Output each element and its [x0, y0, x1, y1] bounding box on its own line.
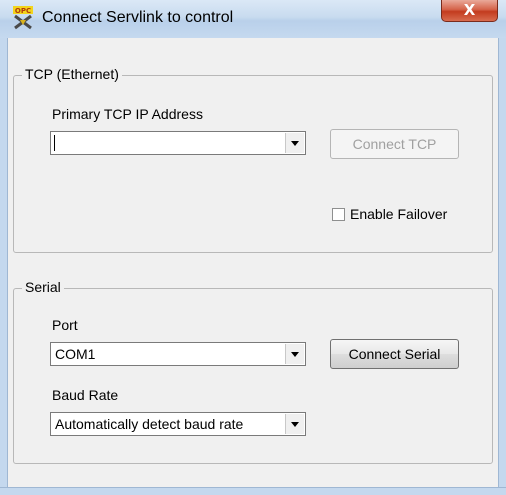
title-bar[interactable]: OPC Connect Servlink to control X: [0, 0, 506, 39]
serial-group-label: Serial: [22, 279, 64, 295]
serial-group: Serial: [13, 279, 493, 464]
tcp-group-label: TCP (Ethernet): [22, 66, 122, 82]
text-cursor: [54, 135, 55, 151]
primary-ip-combobox[interactable]: [50, 131, 306, 155]
chevron-down-icon[interactable]: [285, 133, 304, 153]
dialog-client-area: TCP (Ethernet) Primary TCP IP Address Co…: [8, 38, 498, 487]
dialog-window: OPC Connect Servlink to control X TCP (E…: [0, 0, 506, 495]
connect-tcp-button[interactable]: Connect TCP: [330, 129, 459, 159]
port-label: Port: [52, 317, 78, 333]
primary-ip-label: Primary TCP IP Address: [52, 106, 203, 122]
window-title: Connect Servlink to control: [42, 9, 234, 26]
enable-failover-checkbox[interactable]: [332, 208, 345, 221]
close-button[interactable]: X: [441, 0, 498, 22]
port-value: COM1: [55, 346, 96, 362]
baud-rate-value: Automatically detect baud rate: [55, 416, 244, 432]
tcp-group: TCP (Ethernet): [13, 66, 493, 253]
port-combobox[interactable]: COM1: [50, 342, 306, 366]
baud-rate-label: Baud Rate: [52, 387, 119, 403]
window-frame-bottom: [0, 487, 506, 495]
chevron-down-icon[interactable]: [285, 344, 304, 364]
close-icon: X: [463, 1, 476, 19]
window-frame-left: [0, 38, 8, 487]
window-frame-right: [498, 38, 506, 487]
chevron-down-icon[interactable]: [285, 414, 304, 434]
enable-failover-label[interactable]: Enable Failover: [350, 206, 447, 222]
baud-rate-combobox[interactable]: Automatically detect baud rate: [50, 412, 306, 436]
opc-app-icon: OPC: [13, 6, 33, 30]
svg-text:OPC: OPC: [15, 7, 31, 15]
connect-serial-button[interactable]: Connect Serial: [330, 339, 459, 369]
